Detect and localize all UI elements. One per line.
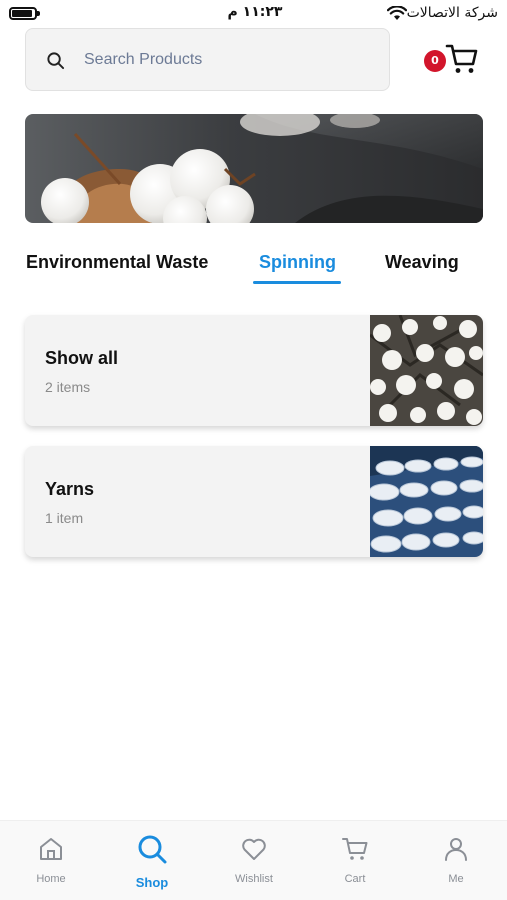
nav-label: Wishlist	[235, 873, 273, 885]
tab-spinning[interactable]: Spinning	[259, 252, 336, 273]
status-bar: ١١:٢٣ م شركة الاتصالات	[0, 0, 507, 26]
bottom-navigation: Home Shop Wishlist Cart Me	[0, 820, 507, 900]
nav-wishlist[interactable]: Wishlist	[209, 821, 299, 900]
tab-weaving[interactable]: Weaving	[385, 252, 459, 273]
carrier-name: شركة الاتصالات	[406, 5, 498, 21]
user-icon	[445, 838, 467, 861]
nav-shop[interactable]: Shop	[107, 821, 197, 900]
cart-icon	[342, 838, 368, 860]
nav-label: Home	[36, 873, 66, 885]
category-count: 2 items	[45, 379, 91, 395]
status-time: ١١:٢٣ م	[227, 4, 283, 20]
category-count: 1 item	[45, 510, 84, 526]
nav-home[interactable]: Home	[6, 821, 96, 900]
category-title: Show all	[45, 348, 119, 368]
category-title: Yarns	[45, 479, 95, 499]
cart-icon	[445, 44, 478, 73]
nav-cart[interactable]: Cart	[310, 821, 400, 900]
category-card-show-all[interactable]: Show all 2 items	[25, 315, 483, 426]
category-tabs: Environmental Waste Spinning Weaving	[0, 252, 507, 288]
search-icon	[47, 52, 65, 70]
nav-label: Shop	[135, 875, 169, 890]
cotton-banner-image	[41, 114, 483, 223]
cotton-bolls-image	[370, 315, 483, 426]
category-card-yarns[interactable]: Yarns 1 item	[25, 446, 483, 557]
nav-label: Cart	[344, 873, 366, 885]
wifi-icon	[387, 6, 407, 20]
search-input[interactable]	[84, 47, 374, 73]
search-bar[interactable]	[25, 28, 390, 91]
battery-icon	[9, 7, 40, 20]
tab-environmental-waste[interactable]: Environmental Waste	[26, 252, 208, 273]
active-tab-indicator	[253, 281, 341, 284]
search-icon	[138, 835, 167, 864]
nav-label: Me	[448, 873, 464, 885]
cart-badge: 0	[424, 50, 446, 72]
promo-banner[interactable]	[25, 114, 483, 223]
cart-button[interactable]: 0	[424, 42, 479, 78]
yarn-spools-image	[370, 446, 483, 557]
heart-icon	[242, 838, 266, 860]
nav-me[interactable]: Me	[411, 821, 501, 900]
home-icon	[40, 838, 62, 860]
